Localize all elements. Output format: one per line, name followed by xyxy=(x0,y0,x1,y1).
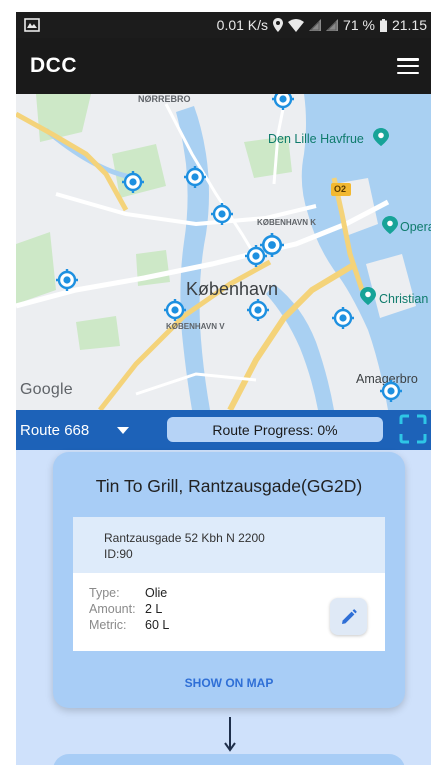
pencil-icon xyxy=(341,608,357,624)
app-screen: 0.01 K/s 71 % 21.15 DCC NØRREBRO Den Lil… xyxy=(16,12,431,765)
location-target-icon[interactable] xyxy=(272,94,294,110)
edit-button[interactable] xyxy=(330,598,367,635)
app-bar: DCC xyxy=(16,38,431,94)
map-label-christian: Christian xyxy=(379,292,429,306)
location-target-icon[interactable] xyxy=(211,203,233,225)
location-target-icon[interactable] xyxy=(184,166,206,188)
next-stop-card xyxy=(53,754,405,765)
stop-address: Rantzausgade 52 Kbh N 2200 xyxy=(104,531,265,545)
map-view[interactable]: NØRREBRO Den Lille Havfrue O2 KØBENHAVN … xyxy=(16,94,431,410)
detail-label: Type: xyxy=(89,586,120,600)
detail-label: Amount: xyxy=(89,602,136,616)
location-target-icon[interactable] xyxy=(332,307,354,329)
stop-address-block: Rantzausgade 52 Kbh N 2200 ID:90 xyxy=(73,517,385,573)
route-label: Route 668 xyxy=(20,421,90,439)
clock: 21.15 xyxy=(391,17,427,33)
map-label-kobenhavn-k: KØBENHAVN K xyxy=(257,218,316,227)
location-target-icon[interactable] xyxy=(164,299,186,321)
place-pin-icon xyxy=(382,216,398,234)
place-pin-icon xyxy=(373,128,389,146)
stop-details: Type: Olie Amount: 2 L Metric: 60 L xyxy=(73,573,385,651)
detail-label: Metric: xyxy=(89,618,127,632)
arrow-down-icon xyxy=(224,717,236,752)
map-label-kobenhavn-v: KØBENHAVN V xyxy=(166,322,225,331)
place-pin-icon xyxy=(360,287,376,305)
stop-title: Tin To Grill, Rantzausgade(GG2D) xyxy=(95,476,363,496)
fullscreen-icon[interactable] xyxy=(399,414,427,444)
route-progress-label: Route Progress: 0% xyxy=(212,421,338,438)
location-target-icon[interactable] xyxy=(122,171,144,193)
chevron-down-icon xyxy=(117,426,130,434)
stop-card: Tin To Grill, Rantzausgade(GG2D) Rantzau… xyxy=(53,452,405,708)
app-title: DCC xyxy=(30,54,77,77)
map-label-den-lille-havfrue: Den Lille Havfrue xyxy=(268,132,364,146)
detail-value: Olie xyxy=(145,586,168,600)
network-speed: 0.01 K/s xyxy=(216,17,269,33)
hamburger-menu-icon[interactable] xyxy=(397,58,419,74)
location-icon xyxy=(273,18,284,32)
map-canvas xyxy=(16,94,431,410)
location-target-icon[interactable] xyxy=(247,299,269,321)
location-target-icon[interactable] xyxy=(380,380,402,402)
map-label-o2: O2 xyxy=(334,184,347,194)
route-bar: Route 668 Route Progress: 0% xyxy=(16,410,431,450)
map-label-norrebro: NØRREBRO xyxy=(138,94,191,104)
route-dropdown[interactable]: Route 668 xyxy=(16,410,156,450)
map-label-opera: Opera xyxy=(400,220,431,234)
location-target-icon[interactable] xyxy=(245,245,267,267)
detail-value: 60 L xyxy=(145,618,170,632)
signal-icon xyxy=(309,19,322,31)
route-progress-indicator: Route Progress: 0% xyxy=(167,417,383,442)
show-on-map-button[interactable]: SHOW ON MAP xyxy=(53,676,405,690)
battery-icon xyxy=(379,18,387,32)
detail-value: 2 L xyxy=(145,602,163,616)
signal-icon xyxy=(326,19,339,31)
location-target-icon[interactable] xyxy=(56,269,78,291)
status-bar: 0.01 K/s 71 % 21.15 xyxy=(16,12,431,38)
battery-percentage: 71 % xyxy=(343,17,375,33)
stop-id: ID:90 xyxy=(104,547,133,561)
gallery-icon xyxy=(24,18,40,32)
google-logo: Google xyxy=(20,381,73,398)
wifi-icon xyxy=(288,18,305,32)
map-label-kobenhavn: København xyxy=(186,279,279,299)
